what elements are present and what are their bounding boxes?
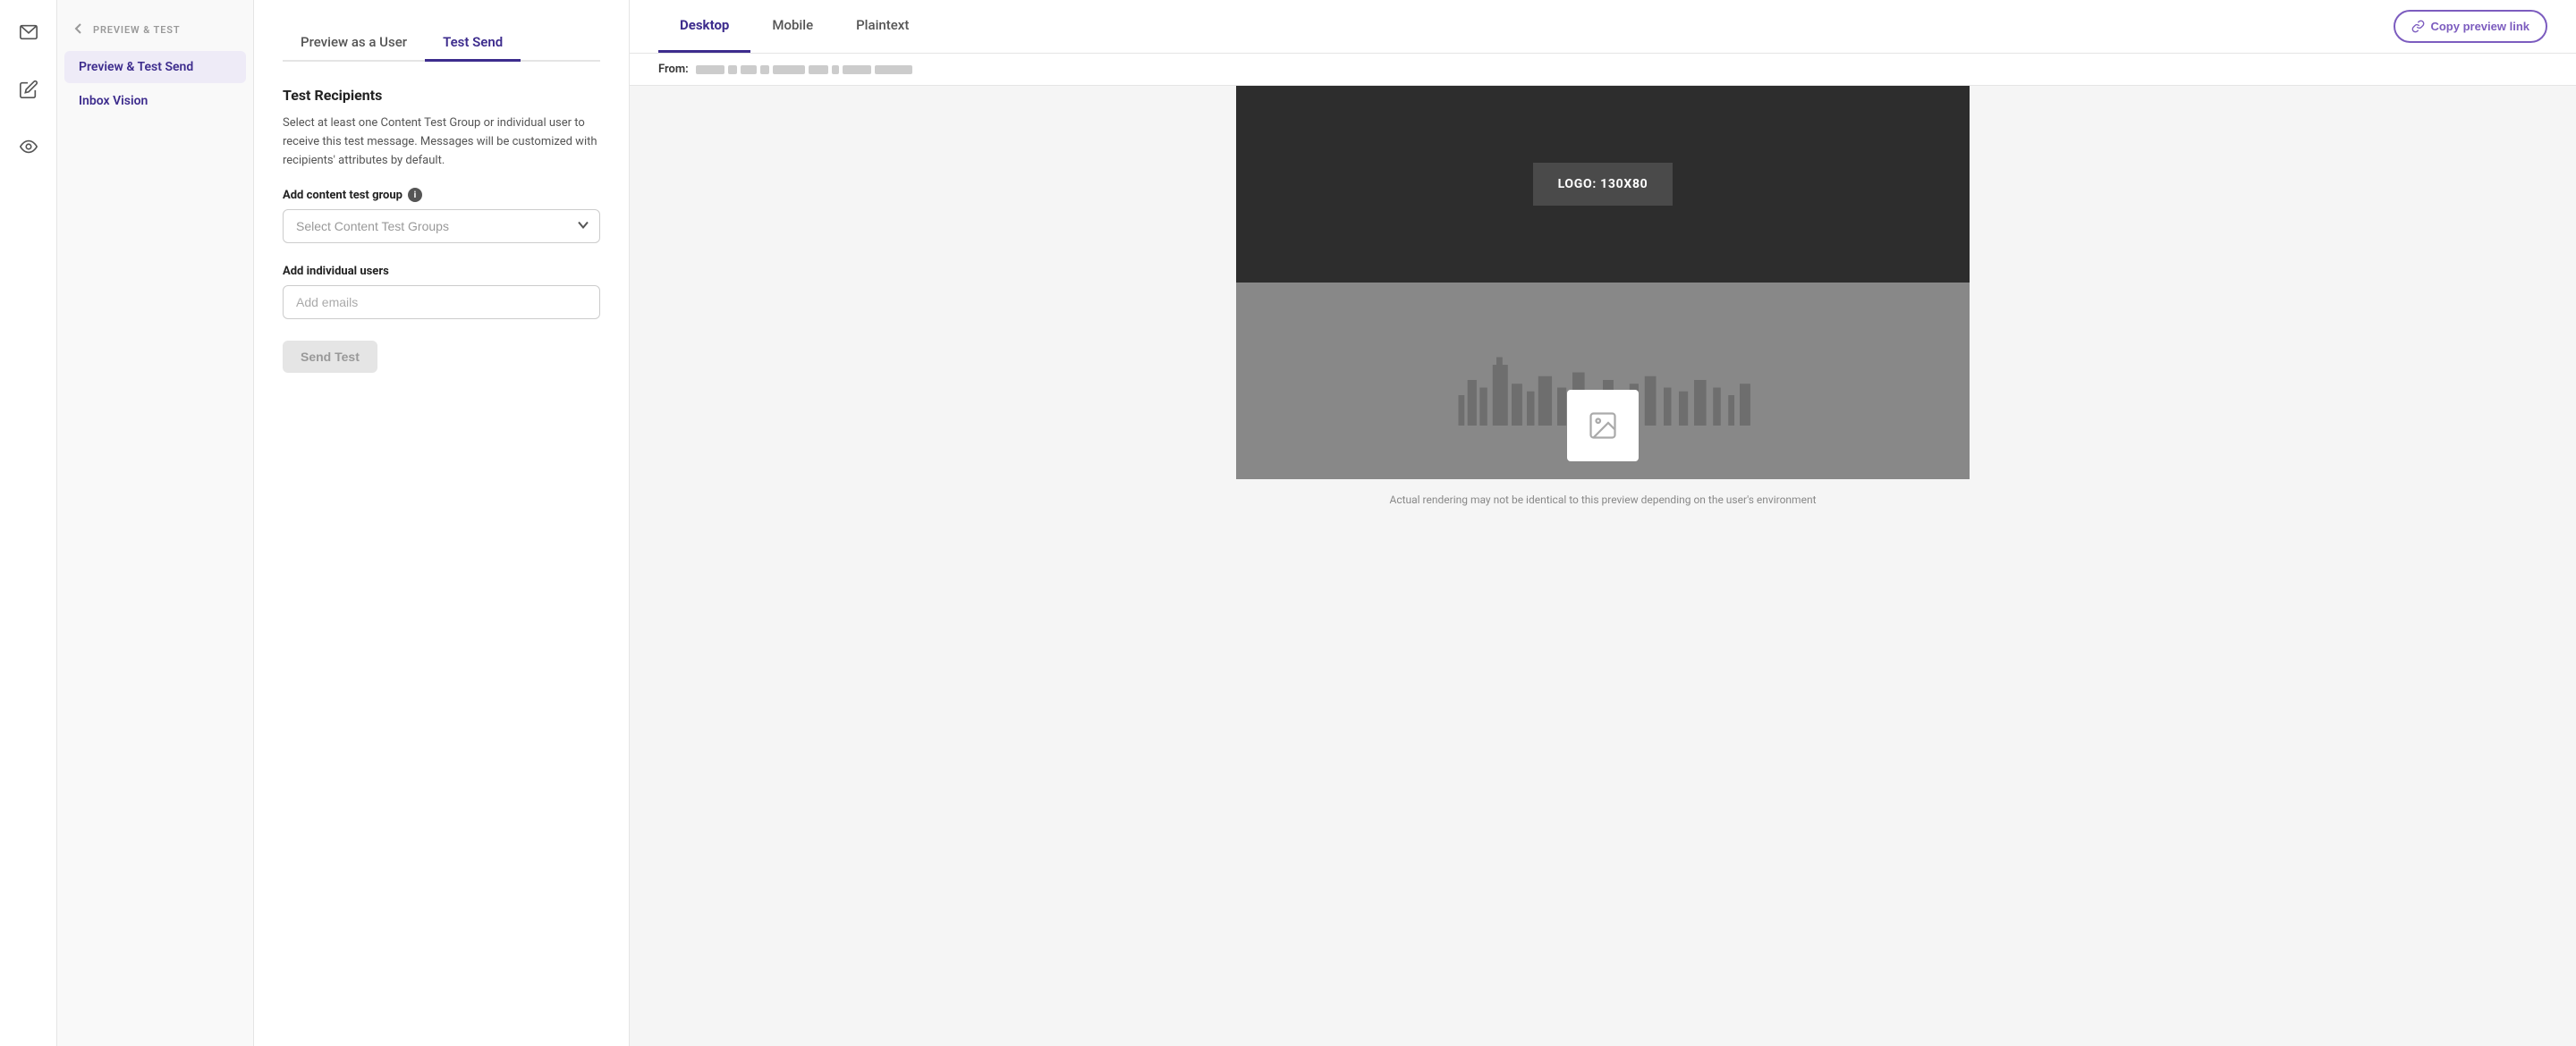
image-placeholder <box>1567 390 1639 461</box>
from-value <box>696 65 912 74</box>
send-test-button[interactable]: Send Test <box>283 341 377 373</box>
preview-tabs: Desktop Mobile Plaintext <box>658 0 930 53</box>
preview-header: Desktop Mobile Plaintext Copy preview li… <box>630 0 2576 54</box>
test-recipients-desc: Select at least one Content Test Group o… <box>283 114 600 170</box>
redacted-9 <box>875 65 912 74</box>
back-arrow-icon[interactable] <box>72 21 86 38</box>
tab-desktop[interactable]: Desktop <box>658 0 750 53</box>
preview-nav-icon[interactable] <box>11 129 47 164</box>
content-test-group-label: Add content test group i <box>283 188 600 202</box>
form-tabs: Preview as a User Test Send <box>283 25 600 62</box>
individual-users-input[interactable] <box>283 285 600 319</box>
link-icon <box>2411 20 2425 33</box>
sidebar-item-inbox-vision[interactable]: Inbox Vision <box>64 85 246 117</box>
compose-nav-icon[interactable] <box>11 72 47 107</box>
redacted-4 <box>760 65 769 74</box>
tab-preview-as-user[interactable]: Preview as a User <box>283 25 425 62</box>
test-recipients-title: Test Recipients <box>283 87 600 104</box>
tab-test-send[interactable]: Test Send <box>425 25 521 62</box>
preview-panel: Desktop Mobile Plaintext Copy preview li… <box>630 0 2576 1046</box>
redacted-3 <box>741 65 757 74</box>
from-label: From: <box>658 63 689 76</box>
individual-users-label: Add individual users <box>283 265 600 278</box>
redacted-7 <box>832 65 839 74</box>
form-panel: Preview as a User Test Send Test Recipie… <box>254 0 630 1046</box>
sidebar-item-preview-test-send[interactable]: Preview & Test Send <box>64 51 246 83</box>
main-content: Preview as a User Test Send Test Recipie… <box>254 0 2576 1046</box>
preview-content: LOGO: 130X80 <box>630 86 2576 1046</box>
email-nav-icon[interactable] <box>11 14 47 50</box>
content-test-group-select[interactable]: Select Content Test Groups <box>283 209 600 243</box>
email-body-gray <box>1236 283 1970 479</box>
redacted-5 <box>773 65 805 74</box>
image-icon <box>1587 409 1619 442</box>
tab-mobile[interactable]: Mobile <box>750 0 835 53</box>
copy-preview-link-button[interactable]: Copy preview link <box>2394 10 2547 43</box>
left-nav-panel: Preview & Test Preview & Test Send Inbox… <box>57 0 254 1046</box>
left-nav-header: Preview & Test <box>57 14 253 49</box>
icon-sidebar <box>0 0 57 1046</box>
redacted-6 <box>809 65 828 74</box>
content-test-group-wrapper: Select Content Test Groups <box>283 209 600 243</box>
redacted-1 <box>696 65 724 74</box>
email-header-dark: LOGO: 130X80 <box>1236 86 1970 283</box>
preview-footer-note: Actual rendering may not be identical to… <box>1360 479 1844 520</box>
redacted-2 <box>728 65 737 74</box>
email-preview-frame: LOGO: 130X80 <box>1236 86 1970 479</box>
tab-plaintext[interactable]: Plaintext <box>835 0 930 53</box>
logo-placeholder: LOGO: 130X80 <box>1533 163 1674 206</box>
redacted-8 <box>843 65 871 74</box>
preview-from-bar: From: <box>630 54 2576 86</box>
info-icon[interactable]: i <box>408 188 422 202</box>
